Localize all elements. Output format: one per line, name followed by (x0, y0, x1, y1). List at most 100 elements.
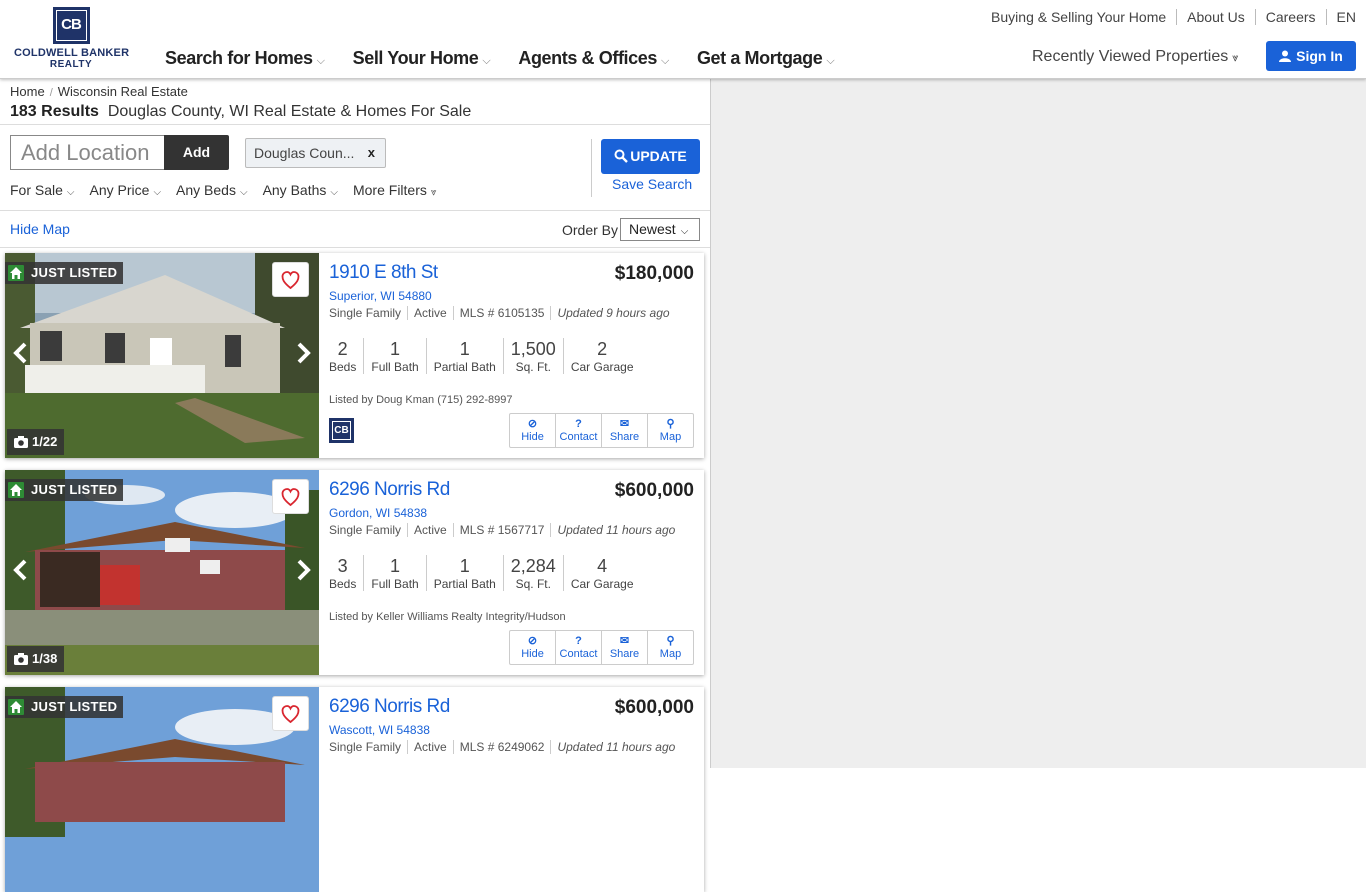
listing-actions: ⊘ Hide ? Contact ✉ Share ⚲ Map (509, 413, 694, 448)
contact-button[interactable]: ? Contact (555, 414, 601, 447)
logo-text-line1: COLDWELL BANKER (14, 47, 130, 59)
double-chevron-down-icon: ⩔ (1232, 52, 1239, 64)
results-heading: 183 Results Douglas County, WI Real Esta… (10, 103, 471, 121)
nav-sell-your-home[interactable]: Sell Your Home ⌵ (353, 48, 491, 69)
chevron-down-icon: ⌵ (66, 187, 75, 198)
order-by-select[interactable]: Newest ⌵ (620, 218, 700, 241)
logo-text-line2: REALTY (49, 59, 93, 70)
hide-map-link[interactable]: Hide Map (10, 221, 70, 237)
listing-photo[interactable]: JUST LISTED (5, 687, 319, 892)
map-panel[interactable] (711, 79, 1366, 768)
listing-stats: 3 Beds 1 Full Bath 1 Partial Bath 2,284 Sq. … (329, 555, 641, 591)
chevron-down-icon: ⌵ (482, 55, 491, 67)
listing-card[interactable]: JUST LISTED 1/38 6296 Norris Rd $600,000… (5, 470, 704, 675)
divider (0, 124, 710, 125)
listing-city[interactable]: Gordon, WI 54838 (329, 506, 427, 520)
results-count: 183 Results (10, 103, 99, 120)
nav-agents-offices[interactable]: Agents & Offices ⌵ (518, 48, 669, 69)
filter-for-sale[interactable]: For Sale ⌵ (10, 182, 75, 198)
listing-city[interactable]: Wascott, WI 54838 (329, 723, 430, 737)
listing-city[interactable]: Superior, WI 54880 (329, 289, 432, 303)
location-chip-label: Douglas Coun... (254, 145, 355, 161)
stat-partial-bath: 1 Partial Bath (425, 555, 503, 591)
envelope-icon: ✉ (619, 635, 630, 647)
add-location-button[interactable]: Add (164, 135, 229, 170)
link-about-us[interactable]: About Us (1176, 9, 1255, 25)
next-photo-icon[interactable] (291, 341, 315, 365)
hide-icon: ⊘ (527, 635, 538, 647)
map-button[interactable]: ⚲ Map (647, 414, 693, 447)
search-icon (614, 149, 629, 163)
nav-get-a-mortgage[interactable]: Get a Mortgage ⌵ (697, 48, 835, 69)
home-icon (8, 699, 24, 715)
listed-by: Listed by Keller Williams Realty Integri… (329, 611, 566, 623)
filter-baths[interactable]: Any Baths ⌵ (263, 182, 338, 198)
favorite-heart-icon[interactable] (272, 479, 309, 514)
stat-beds: 2 Beds (329, 339, 357, 374)
update-search-button[interactable]: UPDATE (601, 139, 700, 174)
results-title: Douglas County, WI Real Estate & Homes F… (107, 103, 472, 120)
photo-count: 1/22 (7, 429, 65, 455)
listed-by: Listed by Doug Kman (715) 292-8997 (329, 394, 513, 406)
listing-address[interactable]: 6296 Norris Rd (329, 696, 450, 718)
share-button[interactable]: ✉ Share (601, 631, 647, 664)
just-listed-badge: JUST LISTED (5, 479, 124, 501)
add-location-input[interactable]: Add Location (10, 135, 164, 170)
previous-photo-icon[interactable] (9, 558, 33, 582)
favorite-heart-icon[interactable] (272, 696, 309, 731)
map-pin-icon: ⚲ (666, 418, 675, 430)
listing-card[interactable]: JUST LISTED 1/22 1910 E 8th St $180,000 … (5, 253, 704, 458)
nav-search-for-homes[interactable]: Search for Homes ⌵ (165, 48, 325, 69)
recently-viewed-dropdown[interactable]: Recently Viewed Properties ⩔ (1032, 48, 1238, 66)
contact-button[interactable]: ? Contact (555, 631, 601, 664)
listing-price: $600,000 (614, 480, 694, 501)
cb-logo-mark: CB (52, 7, 90, 44)
previous-photo-icon[interactable] (9, 341, 33, 365)
breadcrumb: Home / Wisconsin Real Estate (10, 84, 188, 99)
language-selector[interactable]: EN (1325, 9, 1356, 25)
breadcrumb-state[interactable]: Wisconsin Real Estate (58, 84, 188, 99)
filter-beds[interactable]: Any Beds ⌵ (176, 182, 248, 198)
cb-listing-icon: CB (329, 418, 354, 443)
coldwell-banker-logo[interactable]: CB COLDWELL BANKER REALTY (14, 7, 130, 73)
chevron-down-icon: ⌵ (330, 187, 338, 198)
next-photo-icon[interactable] (291, 558, 315, 582)
just-listed-badge: JUST LISTED (5, 262, 124, 284)
just-listed-badge: JUST LISTED (5, 696, 124, 718)
order-by-label: Order By (562, 222, 619, 238)
listing-address[interactable]: 6296 Norris Rd (329, 479, 450, 501)
chevron-down-icon: ⌵ (660, 55, 669, 67)
question-icon: ? (575, 418, 582, 430)
share-button[interactable]: ✉ Share (601, 414, 647, 447)
hide-button[interactable]: ⊘ Hide (510, 414, 555, 447)
listing-price: $600,000 (614, 697, 694, 718)
listing-photo[interactable]: JUST LISTED 1/38 (5, 470, 319, 675)
listing-address[interactable]: 1910 E 8th St (329, 262, 438, 284)
hide-button[interactable]: ⊘ Hide (510, 631, 555, 664)
listing-stats: 2 Beds 1 Full Bath 1 Partial Bath 1,500 Sq. … (329, 338, 641, 374)
filter-price[interactable]: Any Price ⌵ (90, 182, 162, 198)
listing-card[interactable]: JUST LISTED 6296 Norris Rd $600,000 Wasc… (5, 687, 704, 892)
main-nav: Search for Homes ⌵ Sell Your Home ⌵ Agents… (165, 48, 862, 69)
photo-count: 1/38 (7, 646, 65, 672)
link-buying-selling[interactable]: Buying & Selling Your Home (981, 9, 1176, 25)
breadcrumb-home[interactable]: Home (10, 84, 45, 99)
remove-chip-icon[interactable]: x (368, 139, 375, 167)
save-search-link[interactable]: Save Search (612, 176, 692, 192)
listing-meta: Single Family Active MLS # 1567717 Updated … (329, 523, 676, 537)
filter-more[interactable]: More Filters ⩔ (353, 182, 437, 198)
map-button[interactable]: ⚲ Map (647, 631, 693, 664)
map-pin-icon: ⚲ (666, 635, 675, 647)
chevron-down-icon: ⌵ (680, 226, 689, 237)
stat-beds: 3 Beds (329, 556, 357, 591)
listing-meta: Single Family Active MLS # 6249062 Updated … (329, 740, 676, 754)
chevron-down-icon: ⌵ (826, 55, 835, 67)
listing-photo[interactable]: JUST LISTED 1/22 (5, 253, 319, 458)
link-careers[interactable]: Careers (1254, 9, 1326, 25)
favorite-heart-icon[interactable] (272, 262, 309, 297)
listing-price: $180,000 (614, 263, 694, 284)
double-chevron-down-icon: ⩔ (430, 187, 437, 198)
camera-icon (14, 653, 28, 665)
stat-full-bath: 1 Full Bath (363, 338, 425, 374)
sign-in-button[interactable]: Sign In (1266, 41, 1356, 71)
